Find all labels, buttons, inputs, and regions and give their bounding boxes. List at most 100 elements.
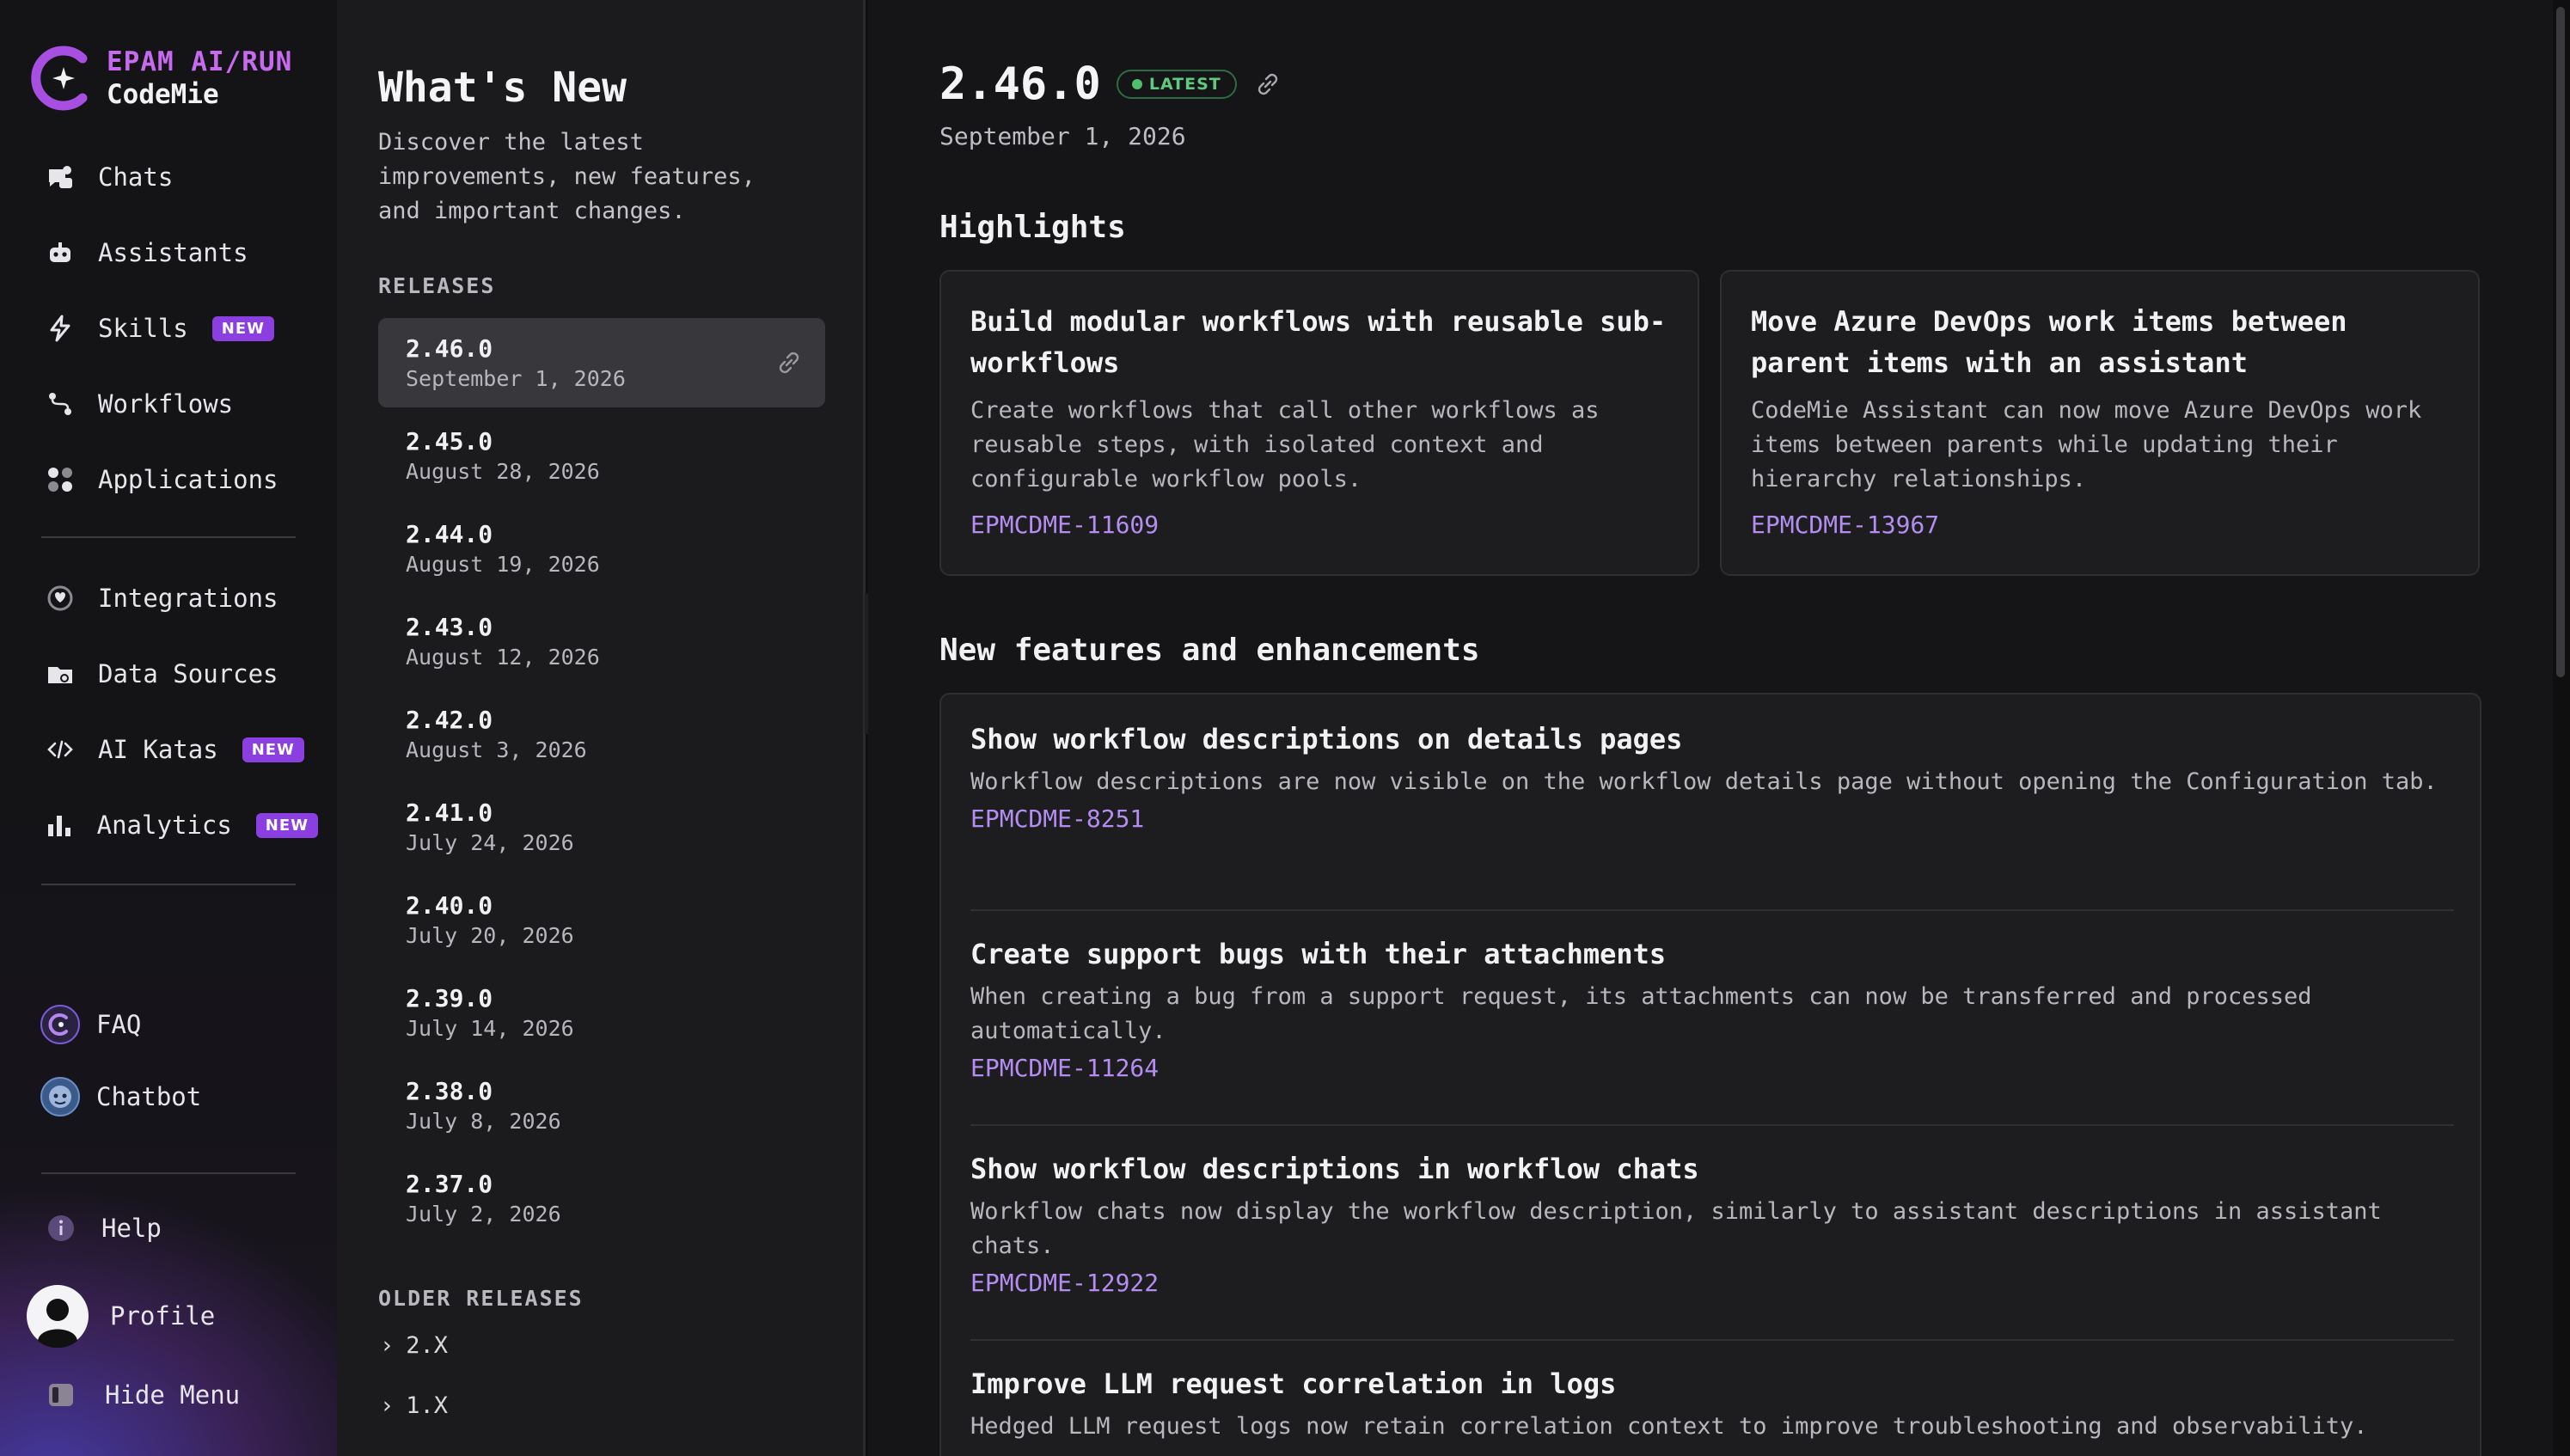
older-release-label: 1.X: [406, 1392, 449, 1419]
brand-name: EPAM AI/RUN: [107, 46, 293, 77]
release-version: 2.42.0: [406, 706, 493, 734]
release-date: August 19, 2026: [406, 552, 600, 577]
info-icon: [48, 1215, 74, 1241]
feature-item: Improve LLM request correlation in logs …: [970, 1365, 2454, 1456]
nav-label: Workflows: [98, 389, 234, 419]
status-dot-icon: [1131, 79, 1142, 89]
nav-item-assistants[interactable]: Assistants: [43, 227, 318, 278]
feature-divider: [970, 909, 2454, 911]
release-item[interactable]: 2.37.0 July 2, 2026: [378, 1153, 825, 1243]
release-version-title: 2.46.0: [939, 58, 1101, 110]
release-item[interactable]: 2.43.0 August 12, 2026: [378, 596, 825, 686]
release-item[interactable]: 2.39.0 July 14, 2026: [378, 968, 825, 1057]
release-version: 2.37.0: [406, 1170, 493, 1198]
release-date: August 3, 2026: [406, 737, 587, 762]
release-header: 2.46.0 LATEST: [939, 58, 1283, 110]
copy-link-icon[interactable]: [1252, 69, 1283, 100]
highlight-title: Build modular workflows with reusable su…: [970, 305, 1667, 379]
nav-label: Data Sources: [98, 659, 278, 688]
release-item[interactable]: 2.40.0 July 20, 2026: [378, 875, 825, 964]
code-icon: [43, 732, 77, 767]
nav-item-workflows[interactable]: Workflows: [43, 378, 318, 430]
feature-divider: [970, 1339, 2454, 1341]
nav-item-integrations[interactable]: Integrations: [43, 572, 318, 624]
release-item[interactable]: 2.45.0 August 28, 2026: [378, 411, 825, 500]
release-item[interactable]: 2.41.0 July 24, 2026: [378, 782, 825, 872]
faq-label: FAQ: [96, 1010, 142, 1039]
features-list: Show workflow descriptions on details pa…: [939, 693, 2481, 1456]
release-version: 2.41.0: [406, 798, 493, 827]
release-item[interactable]: 2.38.0 July 8, 2026: [378, 1061, 825, 1150]
avatar: [27, 1285, 89, 1348]
ticket-link[interactable]: EPMCDME-11264: [970, 1054, 1159, 1082]
feature-title: Show workflow descriptions in workflow c…: [970, 1153, 1699, 1185]
help-link[interactable]: Help: [46, 1214, 162, 1243]
features-heading: New features and enhancements: [939, 633, 1480, 668]
feature-divider: [970, 1124, 2454, 1126]
ticket-link[interactable]: EPMCDME-13967: [1751, 511, 1939, 539]
release-version: 2.38.0: [406, 1077, 493, 1105]
release-item-active[interactable]: 2.46.0 September 1, 2026: [378, 318, 825, 407]
hide-menu-button[interactable]: Hide Menu: [46, 1380, 240, 1410]
nav-item-skills[interactable]: Skills NEW: [43, 303, 318, 354]
nav-label: AI Katas: [98, 735, 218, 764]
feature-title: Create support bugs with their attachmen…: [970, 938, 1667, 970]
release-notes-content: 2.46.0 LATEST September 1, 2026 Highligh…: [868, 0, 2553, 1456]
feature-item: Show workflow descriptions in workflow c…: [970, 1150, 2454, 1318]
link-icon[interactable]: [774, 347, 805, 378]
highlight-card: Build modular workflows with reusable su…: [939, 270, 1699, 576]
older-releases-label: OLDER RELEASES: [378, 1286, 584, 1311]
faq-link[interactable]: FAQ: [40, 1004, 141, 1045]
hide-menu-label: Hide Menu: [105, 1380, 241, 1410]
release-date: July 14, 2026: [406, 1016, 574, 1041]
nav-divider: [41, 1172, 296, 1174]
release-date-main: September 1, 2026: [939, 122, 1186, 150]
profile-link[interactable]: Profile: [26, 1284, 215, 1348]
nav-item-applications[interactable]: Applications: [43, 454, 318, 505]
chevron-right-icon: ›: [380, 1332, 395, 1359]
ticket-link[interactable]: EPMCDME-11609: [970, 511, 1159, 539]
profile-label: Profile: [110, 1301, 216, 1331]
older-release-group[interactable]: › 1.X: [380, 1392, 448, 1419]
release-version: 2.45.0: [406, 427, 493, 456]
nav-item-analytics[interactable]: Analytics NEW: [43, 799, 318, 851]
release-date: July 20, 2026: [406, 923, 574, 948]
new-badge: NEW: [242, 737, 304, 762]
bar-chart-icon: [43, 808, 76, 842]
nav-label: Assistants: [98, 238, 248, 267]
page-title: What's New: [378, 64, 627, 112]
nav-item-data-sources[interactable]: Data Sources: [43, 648, 318, 700]
release-item[interactable]: 2.44.0 August 19, 2026: [378, 504, 825, 593]
nav-item-ai-katas[interactable]: AI Katas NEW: [43, 724, 318, 775]
release-date: July 8, 2026: [406, 1109, 561, 1134]
robot-icon: [43, 236, 77, 270]
brand[interactable]: EPAM AI/RUN CodeMie: [29, 43, 292, 113]
chatbot-label: Chatbot: [96, 1082, 202, 1111]
database-icon: [43, 657, 77, 691]
release-date: July 2, 2026: [406, 1202, 561, 1227]
ticket-link[interactable]: EPMCDME-8251: [970, 804, 1144, 833]
ticket-link[interactable]: EPMCDME-12922: [970, 1269, 1159, 1297]
release-version: 2.40.0: [406, 891, 493, 920]
nav-item-chats[interactable]: Chats: [43, 151, 318, 203]
release-item[interactable]: 2.42.0 August 3, 2026: [378, 689, 825, 779]
release-version: 2.44.0: [406, 520, 493, 548]
feature-description: Workflow chats now display the workflow …: [970, 1198, 2382, 1259]
brand-product: CodeMie: [107, 79, 219, 110]
older-release-group[interactable]: › 2.X: [380, 1332, 448, 1359]
chatbot-avatar-icon: [40, 1077, 80, 1116]
feature-description: Workflow descriptions are now visible on…: [970, 768, 2438, 795]
chatbot-link[interactable]: Chatbot: [40, 1076, 201, 1117]
app-root: EPAM AI/RUN CodeMie Chats Assistants Ski…: [0, 0, 2570, 1456]
highlight-description: Create workflows that call other workflo…: [970, 397, 1600, 492]
release-version: 2.39.0: [406, 984, 493, 1012]
faq-icon: [40, 1005, 80, 1044]
new-badge: NEW: [211, 315, 274, 341]
nav-divider: [41, 536, 296, 538]
release-date: August 12, 2026: [406, 645, 600, 670]
feature-title: Improve LLM request correlation in logs: [970, 1367, 1617, 1400]
scrollbar-thumb[interactable]: [2556, 7, 2565, 677]
new-badge: NEW: [255, 812, 318, 838]
bolt-icon: [43, 311, 77, 346]
highlight-title: Move Azure DevOps work items between par…: [1751, 305, 2347, 379]
